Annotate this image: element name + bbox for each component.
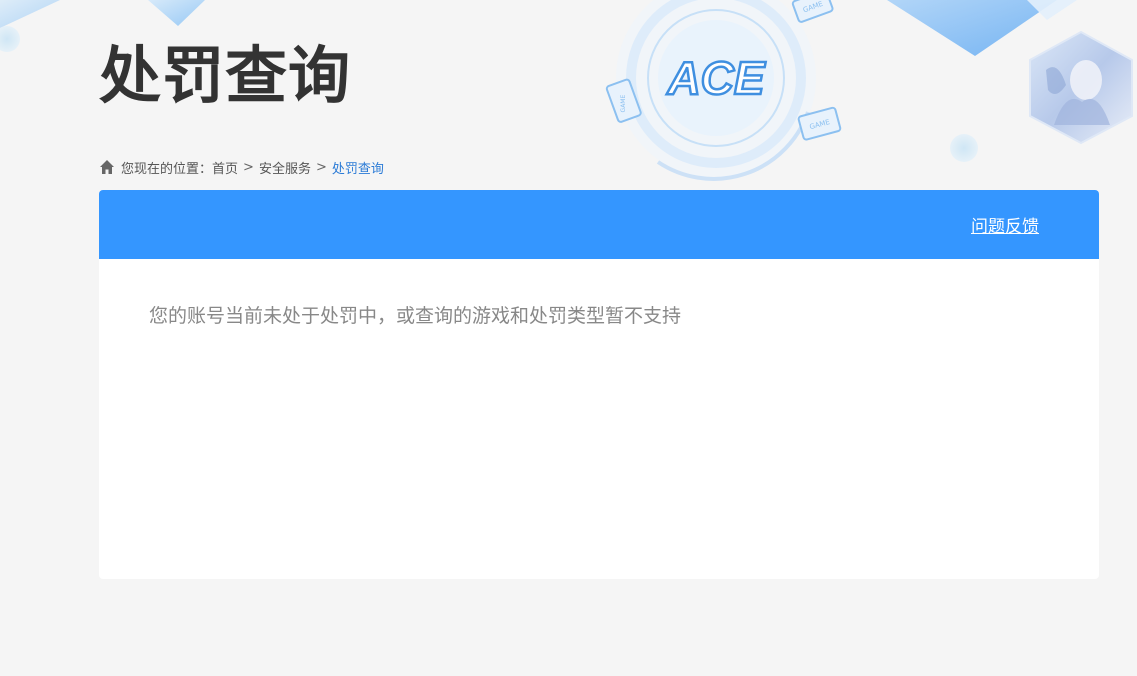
breadcrumb-separator: > <box>315 159 327 175</box>
game-device-icon-top: GAME <box>791 0 834 23</box>
feedback-link[interactable]: 问题反馈 <box>971 212 1039 237</box>
result-panel: 问题反馈 您的账号当前未处于处罚中，或查询的游戏和处罚类型暂不支持 <box>99 190 1099 579</box>
decorative-triangles-left <box>0 0 205 28</box>
breadcrumb-item-home[interactable]: 首页 <box>212 158 238 177</box>
ace-emblem: ACE GAME GAME GAME <box>605 0 842 181</box>
decorative-triangles-right <box>887 0 1077 56</box>
breadcrumb-prefix: 您现在的位置： <box>121 161 213 177</box>
decorative-dot <box>0 26 20 52</box>
panel-body: 您的账号当前未处于处罚中，或查询的游戏和处罚类型暂不支持 <box>99 259 1099 373</box>
decorative-dot <box>950 134 978 162</box>
breadcrumb: 您现在的位置： 首页 > 安全服务 > 处罚查询 <box>99 157 384 177</box>
status-message: 您的账号当前未处于处罚中，或查询的游戏和处罚类型暂不支持 <box>149 305 682 327</box>
panel-header: 问题反馈 <box>99 190 1099 259</box>
ace-logo-text: ACE <box>666 52 765 104</box>
svg-text:GAME: GAME <box>802 0 824 14</box>
breadcrumb-separator: > <box>243 159 254 175</box>
breadcrumb-item-current: 处罚查询 <box>331 161 384 177</box>
page: ACE GAME GAME GAME 处罚查询 您现在的位置： 首页 > 安全服… <box>0 0 1137 676</box>
hex-portrait-image <box>1029 30 1133 145</box>
home-icon <box>99 159 115 175</box>
svg-text:GAME: GAME <box>620 95 627 113</box>
game-device-icon-left: GAME <box>605 78 642 123</box>
page-title: 处罚查询 <box>99 39 352 112</box>
breadcrumb-item-security-service[interactable]: 安全服务 <box>259 158 311 177</box>
svg-text:GAME: GAME <box>809 118 831 131</box>
game-device-icon-right: GAME <box>797 106 842 141</box>
